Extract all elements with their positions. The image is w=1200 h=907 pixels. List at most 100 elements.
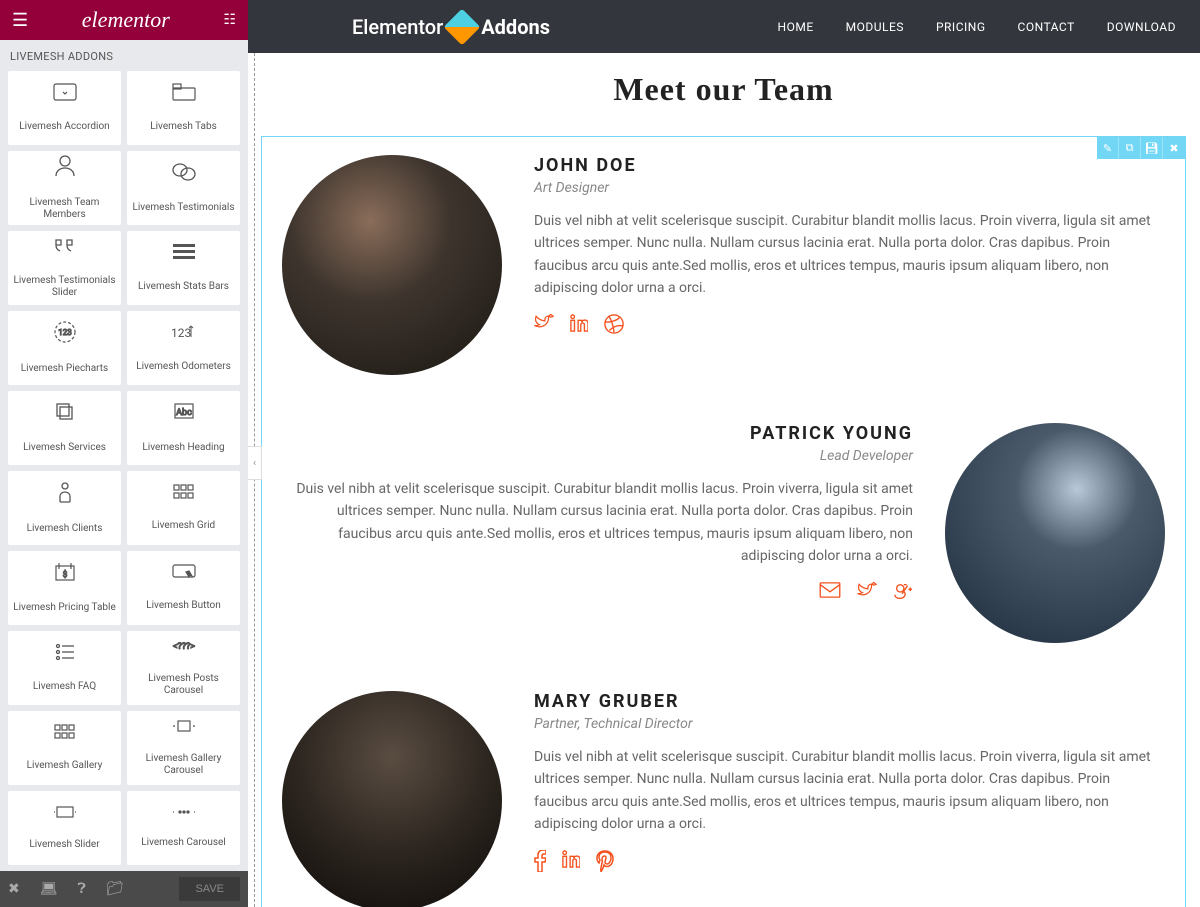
svg-text:Abc: Abc: [176, 408, 192, 418]
team-member: MARY GRUBER Partner, Technical Director …: [282, 691, 1165, 907]
widget-item[interactable]: Livemesh Carousel: [127, 791, 240, 865]
facebook-icon[interactable]: [534, 850, 546, 876]
page-content: Meet our Team ✎ ⧉ 💾︎ ✖ JOHN DOE Art Desi…: [254, 53, 1200, 907]
widget-label: Livemesh Button: [142, 600, 225, 612]
member-socials: [534, 850, 1165, 876]
linkedin-icon[interactable]: [570, 314, 588, 338]
brand: Elementor Addons: [352, 14, 550, 40]
svg-text:123: 123: [171, 326, 191, 340]
svg-text:123: 123: [58, 328, 72, 337]
widget-label: Livemesh Pricing Table: [9, 602, 120, 614]
widget-item[interactable]: $ Livemesh Pricing Table: [8, 551, 121, 625]
gplus-icon[interactable]: [893, 582, 913, 606]
widget-item[interactable]: Livemesh Testimonials: [127, 151, 240, 225]
widget-item[interactable]: Livemesh Gallery: [8, 711, 121, 785]
member-name: MARY GRUBER: [534, 691, 1165, 712]
user-icon: [55, 155, 75, 189]
menu-icon[interactable]: ☰: [12, 10, 28, 31]
tabs-icon: [172, 83, 196, 113]
client-icon: [56, 481, 74, 515]
mail-icon[interactable]: [819, 582, 841, 606]
widget-item[interactable]: <???> Livemesh Posts Carousel: [127, 631, 240, 705]
save-button[interactable]: SAVE: [179, 877, 240, 901]
team-member: JOHN DOE Art Designer Duis vel nibh at v…: [282, 155, 1165, 375]
close-icon[interactable]: ✖: [8, 881, 20, 897]
nav-link[interactable]: HOME: [778, 20, 814, 34]
widget-label: Livemesh Grid: [148, 520, 219, 532]
top-navigation: HOME MODULES PRICING CONTACT DOWNLOAD: [778, 20, 1176, 34]
gcarousel-icon: [172, 719, 196, 745]
nav-link[interactable]: PRICING: [936, 20, 986, 34]
brand-text-2: Addons: [481, 15, 550, 39]
elementor-sidebar: ☰ elementor ☷ LIVEMESH ADDONS Livemesh A…: [0, 0, 248, 907]
widget-label: Livemesh Accordion: [15, 121, 113, 133]
member-socials: [282, 582, 913, 606]
team-member: PATRICK YOUNG Lead Developer Duis vel ni…: [282, 423, 1165, 643]
member-info: JOHN DOE Art Designer Duis vel nibh at v…: [534, 155, 1165, 375]
help-icon[interactable]: ❓︎: [78, 881, 86, 897]
dribbble-icon[interactable]: [604, 314, 624, 338]
widget-label: Livemesh Tabs: [146, 121, 221, 133]
widget-label: Livemesh FAQ: [29, 681, 100, 693]
twitter-icon[interactable]: [857, 582, 877, 606]
member-role: Lead Developer: [282, 448, 913, 464]
widget-item[interactable]: Livemesh Button: [127, 551, 240, 625]
member-avatar: [282, 155, 502, 375]
pricing-icon: $: [54, 562, 76, 594]
sidebar-footer: ✖ 💻︎ ❓︎ 📁︎ SAVE: [0, 871, 248, 907]
widget-item[interactable]: Livemesh FAQ: [8, 631, 121, 705]
member-info: PATRICK YOUNG Lead Developer Duis vel ni…: [282, 423, 913, 643]
team-section[interactable]: ✎ ⧉ 💾︎ ✖ JOHN DOE Art Designer Duis vel …: [261, 136, 1186, 907]
copy-icon: [55, 402, 75, 434]
widget-label: Livemesh Posts Carousel: [127, 673, 240, 697]
widget-item[interactable]: Livemesh Clients: [8, 471, 121, 545]
chat-icon: [172, 162, 196, 194]
widget-item[interactable]: Livemesh Gallery Carousel: [127, 711, 240, 785]
widget-item[interactable]: Livemesh Tabs: [127, 71, 240, 145]
member-description: Duis vel nibh at velit scelerisque susci…: [282, 478, 913, 568]
odometer-icon: 123: [171, 323, 197, 353]
widget-item[interactable]: Livemesh Accordion: [8, 71, 121, 145]
svg-text:<???>: <???>: [172, 642, 194, 652]
widget-item[interactable]: AbcLivemesh Heading: [127, 391, 240, 465]
widgets-panel: Livemesh Accordion Livemesh Tabs Livemesh …: [0, 71, 248, 871]
delete-section-icon[interactable]: ✖: [1163, 137, 1185, 159]
widget-label: Livemesh Testimonials Slider: [8, 275, 121, 299]
widget-label: Livemesh Carousel: [137, 837, 229, 849]
member-name: PATRICK YOUNG: [282, 423, 913, 444]
linkedin-icon[interactable]: [562, 850, 580, 876]
nav-link[interactable]: MODULES: [846, 20, 904, 34]
widget-item[interactable]: Livemesh Testimonials Slider: [8, 231, 121, 305]
member-role: Partner, Technical Director: [534, 716, 1165, 732]
quote-icon: [53, 237, 77, 267]
duplicate-section-icon[interactable]: ⧉: [1119, 137, 1141, 159]
nav-link[interactable]: CONTACT: [1018, 20, 1075, 34]
widget-label: Livemesh Clients: [23, 523, 107, 535]
apps-icon[interactable]: ☷: [223, 12, 236, 28]
widget-label: Livemesh Testimonials: [128, 202, 238, 214]
widget-item[interactable]: Livemesh Services: [8, 391, 121, 465]
widget-label: Livemesh Stats Bars: [134, 281, 233, 293]
section-controls: ✎ ⧉ 💾︎ ✖: [1097, 137, 1185, 159]
pinterest-icon[interactable]: [596, 850, 614, 876]
widget-item[interactable]: Livemesh Team Members: [8, 151, 121, 225]
svg-text:$: $: [62, 570, 67, 579]
widget-item[interactable]: Livemesh Grid: [127, 471, 240, 545]
sidebar-header: ☰ elementor ☷: [0, 0, 248, 40]
edit-section-icon[interactable]: ✎: [1097, 137, 1119, 159]
desktop-icon[interactable]: 💻︎: [40, 881, 58, 897]
save-section-icon[interactable]: 💾︎: [1141, 137, 1163, 159]
member-description: Duis vel nibh at velit scelerisque susci…: [534, 210, 1165, 300]
widget-item[interactable]: 123Livemesh Piecharts: [8, 311, 121, 385]
widget-item[interactable]: Livemesh Stats Bars: [127, 231, 240, 305]
folder-icon[interactable]: 📁︎: [106, 881, 124, 897]
accordion-icon: [53, 83, 77, 113]
widget-item[interactable]: Livemesh Slider: [8, 791, 121, 865]
collapse-sidebar-icon[interactable]: ‹: [248, 446, 262, 480]
widget-item[interactable]: 123 Livemesh Odometers: [127, 311, 240, 385]
nav-link[interactable]: DOWNLOAD: [1107, 20, 1176, 34]
page-title: Meet our Team: [255, 53, 1192, 136]
twitter-icon[interactable]: [534, 314, 554, 338]
widget-label: Livemesh Odometers: [132, 361, 235, 373]
member-description: Duis vel nibh at velit scelerisque susci…: [534, 746, 1165, 836]
